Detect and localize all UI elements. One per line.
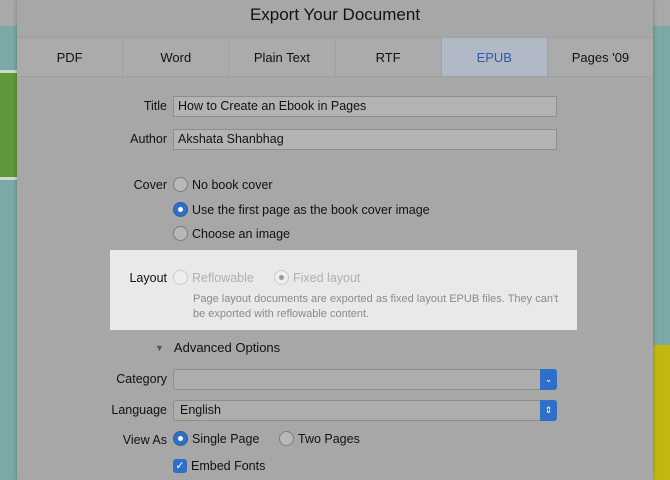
- format-tabs: PDF Word Plain Text RTF EPUB Pages '09: [17, 37, 654, 77]
- author-label: Author: [130, 132, 167, 146]
- title-input[interactable]: How to Create an Ebook in Pages: [173, 96, 557, 117]
- radio-icon: [173, 202, 188, 217]
- language-select[interactable]: English ⇕: [173, 400, 557, 421]
- cover-label: Cover: [133, 178, 167, 192]
- radio-fixed-layout[interactable]: Fixed layout: [274, 270, 360, 285]
- radio-icon: [279, 431, 294, 446]
- radio-label: Reflowable: [192, 270, 254, 285]
- radio-single-page[interactable]: Single Page: [173, 431, 259, 446]
- dialog-title: Export Your Document: [249, 5, 421, 24]
- layout-label: Layout: [129, 271, 167, 285]
- advanced-options-label: Advanced Options: [173, 340, 281, 355]
- radio-two-pages[interactable]: Two Pages: [279, 431, 360, 446]
- radio-no-cover[interactable]: No book cover: [173, 177, 273, 192]
- radio-icon: [173, 177, 188, 192]
- checkbox-label: Embed Fonts: [191, 459, 266, 473]
- layout-note: Page layout documents are exported as fi…: [193, 293, 559, 320]
- viewas-label: View As: [122, 433, 167, 447]
- tab-epub[interactable]: EPUB: [441, 38, 548, 76]
- radio-icon: [173, 431, 188, 446]
- radio-label: Use the first page as the book cover ima…: [192, 202, 430, 217]
- category-label: Category: [116, 372, 167, 386]
- radio-icon: [173, 226, 188, 241]
- tab-pages-09[interactable]: Pages '09: [547, 38, 654, 76]
- radio-icon: [173, 270, 188, 285]
- title-label: Title: [143, 99, 167, 113]
- radio-label: No book cover: [192, 177, 273, 192]
- tab-plain-text[interactable]: Plain Text: [229, 38, 336, 76]
- author-input[interactable]: Akshata Shanbhag: [173, 129, 557, 150]
- radio-label: Choose an image: [192, 226, 290, 241]
- radio-reflowable[interactable]: Reflowable: [173, 270, 254, 285]
- radio-label: Fixed layout: [293, 270, 361, 285]
- tab-word[interactable]: Word: [123, 38, 230, 76]
- disclosure-triangle-icon: ▼: [155, 342, 164, 353]
- updown-chevron-icon: ⇕: [540, 400, 557, 421]
- category-select[interactable]: ⌄: [173, 369, 557, 390]
- language-label: Language: [111, 403, 167, 417]
- radio-icon: [274, 270, 289, 285]
- radio-choose-image[interactable]: Choose an image: [173, 226, 290, 241]
- advanced-options-toggle[interactable]: ▼ Advanced Options: [155, 340, 280, 355]
- chevron-down-icon: ⌄: [540, 369, 557, 390]
- radio-first-page-cover[interactable]: Use the first page as the book cover ima…: [173, 202, 430, 217]
- radio-label: Two Pages: [298, 431, 360, 446]
- tab-pdf[interactable]: PDF: [17, 38, 124, 76]
- export-dialog: Export Your Document PDF Word Plain Text…: [17, 0, 654, 480]
- radio-label: Single Page: [192, 431, 260, 446]
- tab-rtf[interactable]: RTF: [335, 38, 442, 76]
- language-value: English: [180, 403, 221, 417]
- embed-fonts-checkbox[interactable]: ✓ Embed Fonts: [173, 459, 265, 473]
- checkmark-icon: ✓: [173, 459, 187, 473]
